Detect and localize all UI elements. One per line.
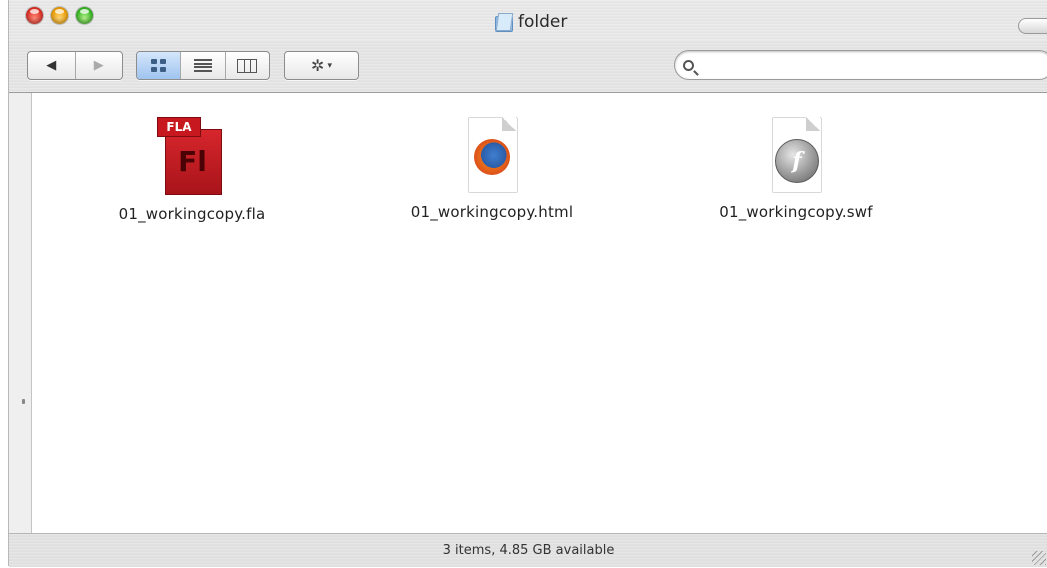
sidebar-collapsed bbox=[9, 93, 31, 533]
search-input[interactable] bbox=[700, 56, 1024, 74]
forward-button[interactable]: ▶ bbox=[76, 52, 123, 79]
flash-swf-icon: f bbox=[766, 117, 826, 193]
back-arrow-icon: ◀ bbox=[46, 58, 57, 73]
sidebar-splitter-handle[interactable] bbox=[22, 399, 25, 404]
search-field[interactable] bbox=[674, 50, 1047, 80]
toolbar-toggle-button[interactable] bbox=[1018, 18, 1047, 34]
firefox-icon bbox=[474, 139, 510, 175]
flash-fla-icon: FLA Fl bbox=[157, 117, 227, 195]
back-button[interactable]: ◀ bbox=[28, 52, 76, 79]
status-text: 3 items, 4.85 GB available bbox=[442, 543, 615, 558]
resize-grip-icon[interactable] bbox=[1032, 551, 1046, 565]
finder-window: folder ◀ ▶ ✲ ▾ FLA Fl 01_workingcopy.fla… bbox=[8, 0, 1047, 567]
forward-arrow-icon: ▶ bbox=[93, 58, 104, 73]
toolbar: ◀ ▶ ✲ ▾ bbox=[9, 40, 1047, 93]
file-icon-area[interactable]: FLA Fl 01_workingcopy.fla 01_workingcopy… bbox=[31, 93, 1047, 533]
close-button[interactable] bbox=[26, 7, 43, 24]
list-view-icon bbox=[193, 59, 212, 72]
file-item-html[interactable]: 01_workingcopy.html bbox=[372, 117, 612, 221]
column-view-button[interactable] bbox=[226, 52, 269, 79]
nav-buttons: ◀ ▶ bbox=[27, 51, 123, 80]
status-bar: 3 items, 4.85 GB available bbox=[9, 533, 1047, 567]
icon-view-icon bbox=[151, 58, 167, 73]
firefox-html-icon bbox=[462, 117, 522, 193]
flash-player-icon: f bbox=[775, 139, 819, 183]
search-icon bbox=[683, 59, 694, 71]
icon-view-button[interactable] bbox=[137, 52, 182, 79]
file-name: 01_workingcopy.html bbox=[410, 203, 574, 221]
gear-icon: ✲ bbox=[311, 56, 325, 75]
chevron-down-icon: ▾ bbox=[327, 60, 332, 71]
file-item-swf[interactable]: f 01_workingcopy.swf bbox=[676, 117, 916, 221]
file-name: 01_workingcopy.swf bbox=[719, 203, 873, 221]
fla-badge-label: Fl bbox=[178, 145, 207, 178]
window-title: folder bbox=[494, 11, 567, 33]
action-menu-button[interactable]: ✲ ▾ bbox=[284, 51, 359, 80]
window-title-text: folder bbox=[518, 12, 568, 32]
column-view-icon bbox=[237, 58, 258, 73]
fla-tab-label: FLA bbox=[157, 117, 201, 137]
zoom-button[interactable] bbox=[76, 7, 93, 24]
list-view-button[interactable] bbox=[181, 52, 226, 79]
title-bar[interactable]: folder bbox=[9, 0, 1047, 40]
view-mode-buttons bbox=[136, 51, 270, 80]
folder-icon bbox=[494, 13, 514, 32]
file-name: 01_workingcopy.fla bbox=[118, 205, 266, 223]
file-item-fla[interactable]: FLA Fl 01_workingcopy.fla bbox=[72, 117, 312, 223]
minimize-button[interactable] bbox=[51, 7, 68, 24]
